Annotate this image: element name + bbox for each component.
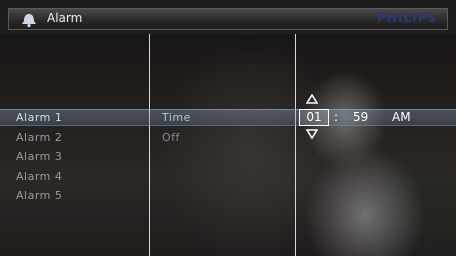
column-divider-1 [149,34,150,256]
hour-field[interactable]: 01 [299,109,329,126]
alarm-item-5[interactable]: Alarm 5 [16,187,62,207]
setting-off[interactable]: Off [162,129,191,149]
alarm-item-3[interactable]: Alarm 3 [16,148,62,168]
alarm-item-2[interactable]: Alarm 2 [16,129,62,149]
page-title: Alarm [47,11,83,25]
alarm-bell-icon [22,14,36,28]
triangle-up-icon[interactable] [306,94,318,104]
selection-highlight [0,109,456,126]
background-photo [0,34,456,256]
column-divider-2 [295,34,296,256]
setting-list: Time Off [162,109,191,148]
setting-time[interactable]: Time [162,109,191,129]
title-bar: Alarm PHILIPS [8,8,448,30]
alarm-screen: Alarm PHILIPS Alarm 1 Alarm 2 Alarm 3 Al… [0,0,456,256]
alarm-item-1[interactable]: Alarm 1 [16,109,62,129]
am-pm-field[interactable]: AM [392,109,411,126]
alarm-item-4[interactable]: Alarm 4 [16,168,62,188]
brand-logo: PHILIPS [377,11,437,25]
minute-field[interactable]: 59 [353,109,368,126]
alarm-list: Alarm 1 Alarm 2 Alarm 3 Alarm 4 Alarm 5 [16,109,62,207]
triangle-down-icon[interactable] [306,129,318,139]
time-separator: : [334,110,339,124]
